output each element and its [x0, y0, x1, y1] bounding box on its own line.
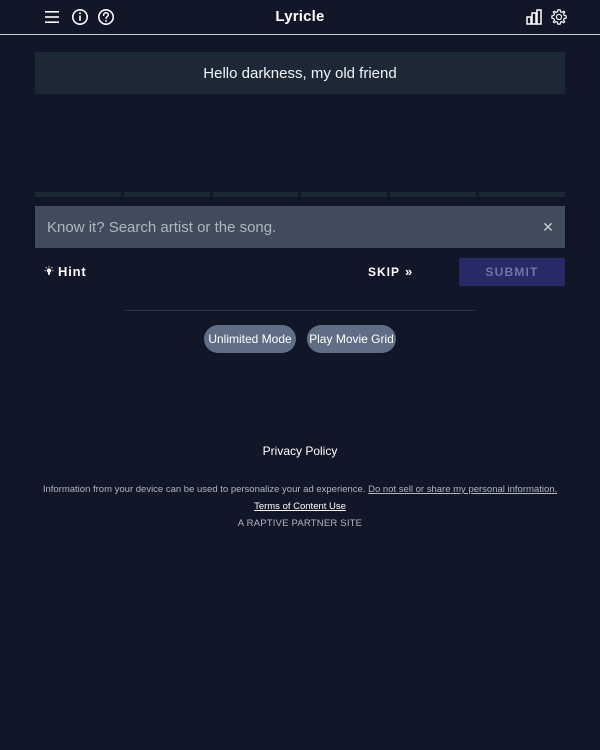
lightbulb-icon — [44, 266, 54, 275]
search-input[interactable] — [35, 206, 531, 248]
ad-disclosure: Information from your device can be used… — [0, 484, 600, 495]
guess-progress-bar — [35, 192, 565, 197]
lyric-line-text: Hello darkness, my old friend — [203, 64, 397, 82]
lyric-line-box: Hello darkness, my old friend — [35, 52, 565, 94]
terms-of-content-use: Terms of Content Use — [0, 501, 600, 512]
progress-segment — [390, 192, 477, 197]
hint-label: Hint — [58, 264, 87, 279]
top-nav-bar: Lyricle — [0, 0, 600, 35]
progress-segment — [479, 192, 565, 197]
privacy-policy-label: Privacy Policy — [262, 444, 338, 458]
unlimited-mode-button[interactable]: Unlimited Mode — [204, 325, 296, 353]
unlimited-mode-label: Unlimited Mode — [208, 332, 292, 346]
play-movie-grid-label: Play Movie Grid — [309, 332, 394, 346]
progress-segment — [35, 192, 121, 197]
progress-segment — [301, 192, 388, 197]
do-not-sell-link[interactable]: Do not sell or share my personal informa… — [368, 484, 557, 495]
divider — [125, 310, 475, 311]
close-icon: ✕ — [542, 218, 554, 235]
play-movie-grid-button[interactable]: Play Movie Grid — [307, 325, 396, 353]
skip-button[interactable]: SKIP » — [368, 264, 413, 279]
bar-chart-icon[interactable] — [524, 7, 544, 27]
clear-search-button[interactable]: ✕ — [531, 206, 565, 248]
submit-label: SUBMIT — [485, 265, 539, 279]
hint-button[interactable]: Hint — [44, 264, 86, 279]
gear-icon[interactable] — [549, 7, 569, 27]
progress-segment — [123, 192, 210, 197]
privacy-policy-link[interactable]: Privacy Policy — [0, 444, 600, 458]
search-box: ✕ — [35, 206, 565, 248]
partner-site-label: A RAPTIVE PARTNER SITE — [237, 518, 363, 529]
double-chevron-right-icon: » — [405, 264, 414, 279]
ad-disclosure-text: Information from your device can be used… — [42, 484, 366, 495]
terms-link[interactable]: Terms of Content Use — [254, 501, 346, 512]
app-title: Lyricle — [275, 8, 325, 25]
submit-button[interactable]: SUBMIT — [459, 258, 565, 286]
skip-label: SKIP — [368, 264, 401, 279]
progress-segment — [212, 192, 299, 197]
